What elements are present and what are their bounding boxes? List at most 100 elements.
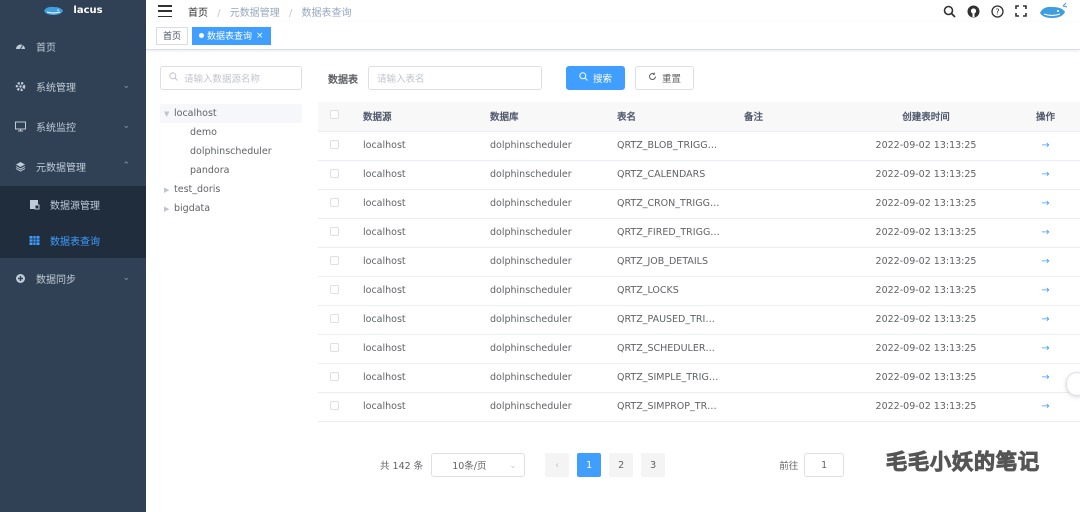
search-placeholder: 请输入数据源名称	[184, 74, 261, 85]
cell-datasource: localhost	[363, 305, 490, 335]
reset-button-label: 重置	[662, 74, 682, 85]
row-checkbox[interactable]	[318, 363, 363, 393]
cell-create-time: 2022-09-02 13:13:25	[841, 247, 1011, 277]
detail-arrow-icon[interactable]: →	[1011, 247, 1080, 277]
column-header-table-name: 表名	[617, 102, 744, 132]
detail-arrow-icon[interactable]: →	[1011, 160, 1080, 190]
goto-page-input[interactable]: 1	[804, 453, 845, 477]
table-header-row: 数据源 数据库 表名 备注 创建表时间 操作	[318, 102, 1080, 132]
prev-page-button[interactable]: ‹	[545, 453, 570, 477]
cell-database: dolphinscheduler	[490, 276, 617, 306]
detail-arrow-icon[interactable]: →	[1011, 276, 1080, 306]
detail-arrow-icon[interactable]: →	[1011, 392, 1080, 422]
sidebar-item-label: 系统监控	[36, 122, 76, 134]
datasource-search-input[interactable]: 请输入数据源名称	[160, 66, 302, 90]
tree-node-pandora[interactable]: pandora	[160, 161, 302, 180]
table-row: localhost dolphinscheduler QRTZ_LOCKS 2022-…	[318, 276, 1080, 306]
cell-datasource: localhost	[363, 218, 490, 248]
refresh-icon	[648, 72, 657, 84]
settings-drawer-handle[interactable]	[1066, 372, 1080, 396]
row-checkbox[interactable]	[318, 189, 363, 219]
cell-table-name: QRTZ_LOCKS	[617, 276, 744, 306]
row-checkbox[interactable]	[318, 392, 363, 422]
table-row: localhost dolphinscheduler QRTZ_SIMPLE_TRI…	[318, 363, 1080, 393]
tree-node-dolphinscheduler[interactable]: dolphinscheduler	[160, 142, 302, 161]
caret-right-icon[interactable]: ▶	[164, 186, 174, 194]
chevron-up-icon: ⌃	[122, 161, 130, 171]
tree-node-localhost[interactable]: ▼ localhost	[160, 104, 302, 123]
cell-datasource: localhost	[363, 160, 490, 190]
detail-arrow-icon[interactable]: →	[1011, 305, 1080, 335]
cell-datasource: localhost	[363, 276, 490, 306]
cell-create-time: 2022-09-02 13:13:25	[841, 218, 1011, 248]
search-button[interactable]: 搜索	[566, 66, 626, 90]
cell-comment	[744, 131, 841, 161]
cell-database: dolphinscheduler	[490, 189, 617, 219]
sidebar-item-home[interactable]: 首页	[0, 26, 146, 66]
tag-home[interactable]: 首页	[156, 26, 189, 45]
row-checkbox[interactable]	[318, 305, 363, 335]
caret-right-icon[interactable]: ▶	[164, 205, 174, 213]
detail-arrow-icon[interactable]: →	[1011, 334, 1080, 364]
close-icon[interactable]: ×	[256, 31, 264, 41]
tree-node-demo[interactable]: demo	[160, 123, 302, 142]
row-checkbox[interactable]	[318, 334, 363, 364]
row-checkbox[interactable]	[318, 218, 363, 248]
metadata-submenu: 数据源管理 数据表查询	[0, 186, 146, 258]
cell-database: dolphinscheduler	[490, 247, 617, 277]
sync-icon	[14, 272, 26, 284]
breadcrumb-home[interactable]: 首页	[188, 8, 208, 19]
table-name-input[interactable]: 请输入表名	[368, 66, 542, 90]
fullscreen-icon[interactable]	[1014, 4, 1028, 18]
help-icon[interactable]: ?	[990, 4, 1004, 18]
row-checkbox[interactable]	[318, 247, 363, 277]
tag-table-query[interactable]: 数据表查询 ×	[192, 26, 271, 45]
app-logo[interactable]: lacus	[0, 0, 146, 20]
tags-view: 首页 数据表查询 ×	[146, 22, 1080, 50]
whale-logo-icon	[44, 6, 64, 15]
avatar[interactable]	[1038, 2, 1068, 20]
sidebar: lacus 首页 系统管理 ⌄ 系统监控 ⌄ 元数据管理 ⌃ 数据源管理 数据表…	[0, 0, 146, 512]
tree-node-bigdata[interactable]: ▶ bigdata	[160, 199, 302, 218]
cell-create-time: 2022-09-02 13:13:25	[841, 363, 1011, 393]
cell-table-name: QRTZ_CALENDARS	[617, 160, 744, 190]
table-body: localhost dolphinscheduler QRTZ_BLOB_TRIGG…	[318, 131, 1080, 422]
chevron-down-icon: ⌄	[122, 273, 130, 283]
page-size-select[interactable]: 10条/页 ⌄	[431, 453, 526, 477]
caret-down-icon[interactable]: ▼	[164, 110, 174, 118]
cell-comment	[744, 189, 841, 219]
sidebar-item-metadata[interactable]: 元数据管理 ⌃	[0, 146, 146, 186]
sidebar-item-table-query[interactable]: 数据表查询	[0, 222, 146, 258]
sidebar-item-system[interactable]: 系统管理 ⌄	[0, 66, 146, 106]
search-icon	[579, 72, 588, 84]
sidebar-item-monitor[interactable]: 系统监控 ⌄	[0, 106, 146, 146]
hamburger-icon[interactable]	[158, 5, 172, 17]
detail-arrow-icon[interactable]: →	[1011, 131, 1080, 161]
chevron-down-icon: ⌄	[122, 81, 130, 91]
page-2-button[interactable]: 2	[609, 453, 634, 477]
sidebar-item-label: 首页	[36, 42, 56, 54]
reset-button[interactable]: 重置	[635, 66, 695, 90]
table-row: localhost dolphinscheduler QRTZ_SCHEDULER……	[318, 334, 1080, 364]
tree-node-label: pandora	[190, 165, 230, 176]
table-row: localhost dolphinscheduler QRTZ_SIMPROP_TR…	[318, 392, 1080, 422]
page-1-button[interactable]: 1	[577, 453, 602, 477]
cell-table-name: QRTZ_PAUSED_TRI…	[617, 305, 744, 335]
page-3-button[interactable]: 3	[641, 453, 666, 477]
select-all-checkbox[interactable]	[318, 102, 363, 132]
table-row: localhost dolphinscheduler QRTZ_BLOB_TRIGG…	[318, 131, 1080, 161]
tree-node-test-doris[interactable]: ▶ test_doris	[160, 180, 302, 199]
sidebar-item-sync[interactable]: 数据同步 ⌄	[0, 258, 146, 298]
github-icon[interactable]	[966, 4, 980, 18]
row-checkbox[interactable]	[318, 276, 363, 306]
detail-arrow-icon[interactable]: →	[1011, 189, 1080, 219]
search-icon[interactable]	[942, 4, 956, 18]
sidebar-item-datasource[interactable]: 数据源管理	[0, 186, 146, 222]
row-checkbox[interactable]	[318, 160, 363, 190]
detail-arrow-icon[interactable]: →	[1011, 218, 1080, 248]
tag-label: 数据表查询	[207, 32, 253, 42]
layers-icon	[14, 160, 26, 172]
goto-label: 前往	[779, 461, 799, 472]
row-checkbox[interactable]	[318, 131, 363, 161]
column-header-datasource: 数据源	[363, 102, 490, 132]
